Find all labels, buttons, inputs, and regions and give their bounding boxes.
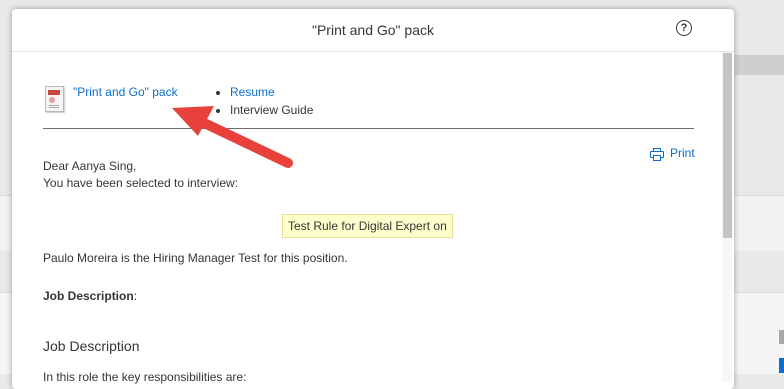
hiring-manager-text: Paulo Moreira is the Hiring Manager Test…	[43, 251, 348, 265]
background-edge-control	[779, 330, 784, 344]
document-icon	[45, 86, 64, 112]
scrollbar-thumb[interactable]	[723, 53, 732, 238]
print-label: Print	[670, 146, 695, 160]
greeting-block: Dear Aanya Sing, You have been selected …	[43, 158, 238, 192]
print-and-go-pack-link[interactable]: "Print and Go" pack	[73, 85, 178, 99]
resume-link[interactable]: Resume	[230, 85, 275, 99]
rule-highlight: Test Rule for Digital Expert on	[282, 214, 453, 238]
help-icon[interactable]: ?	[676, 20, 692, 36]
list-item[interactable]: Resume	[230, 83, 313, 101]
selected-text: You have been selected to interview:	[43, 176, 239, 190]
pack-row: "Print and Go" pack Resume Interview Gui…	[43, 83, 694, 129]
job-description-heading: Job Description	[43, 338, 140, 354]
job-description-label: Job Description:	[43, 289, 137, 303]
interview-guide-label: Interview Guide	[230, 103, 314, 117]
dialog-title: "Print and Go" pack	[311, 22, 434, 38]
background-edge-button	[779, 358, 784, 373]
dialog-header: "Print and Go" pack ?	[12, 9, 734, 52]
print-button[interactable]: Print	[650, 146, 695, 161]
pack-items-list: Resume Interview Guide	[215, 83, 313, 119]
print-and-go-dialog: "Print and Go" pack ? "Print and Go" pac…	[12, 9, 734, 389]
role-intro-text: In this role the key responsibilities ar…	[43, 370, 247, 384]
printer-icon	[650, 147, 664, 161]
background-header-strip	[735, 55, 784, 75]
job-description-bold: Job Description	[43, 289, 134, 303]
job-description-colon: :	[133, 289, 138, 303]
list-item: Interview Guide	[230, 101, 313, 119]
greeting-text: Dear Aanya Sing,	[43, 159, 137, 173]
